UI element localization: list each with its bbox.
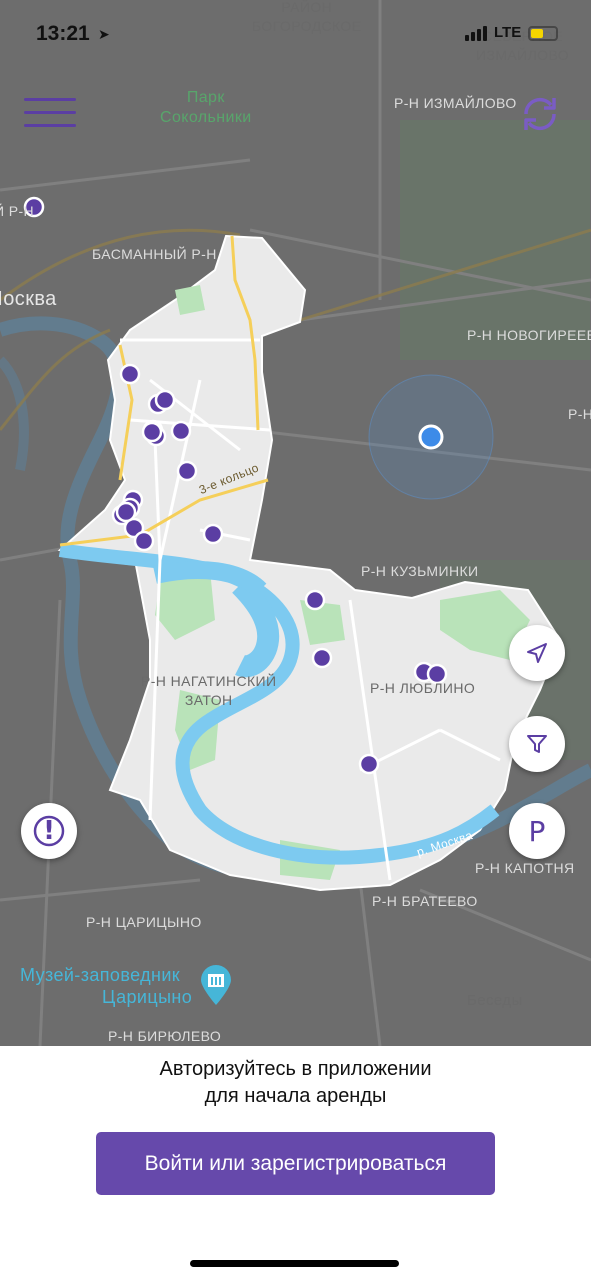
- cellular-signal-icon: [465, 26, 487, 41]
- locate-me-button[interactable]: [509, 625, 565, 681]
- vehicle-pin-icon[interactable]: [202, 523, 224, 545]
- vehicle-pin-icon[interactable]: [141, 421, 163, 443]
- auth-prompt-line2: для начала аренды: [204, 1085, 387, 1107]
- vehicle-pin-icon[interactable]: [311, 647, 333, 669]
- label-kuzminki: Р-Н КУЗЬМИНКИ: [361, 563, 479, 579]
- label-museum-line2: Царицыно: [102, 987, 193, 1007]
- museum-icon[interactable]: [199, 964, 233, 1006]
- vehicle-pin-icon[interactable]: [133, 530, 155, 552]
- label-basmanny: БАСМАННЫЙ Р-Н: [92, 246, 217, 262]
- vehicle-pin-icon[interactable]: [304, 589, 326, 611]
- auth-prompt: Авторизуйтесь в приложении для начала ар…: [0, 1056, 591, 1110]
- label-rn-partial-left: Й Р-Н: [0, 203, 35, 219]
- user-location-icon: [418, 424, 444, 450]
- navigation-arrow-icon: [527, 643, 547, 663]
- status-bar: 13:21 ➤ LTE: [0, 0, 591, 70]
- vehicle-pin-icon[interactable]: [115, 501, 137, 523]
- alert-mark: !: [43, 816, 55, 846]
- label-kapotnya: Р-Н КАПОТНЯ: [475, 860, 575, 876]
- label-biryulevo: Р-Н БИРЮЛЕВО: [108, 1028, 222, 1044]
- auth-prompt-line1: Авторизуйтесь в приложении: [159, 1058, 432, 1080]
- label-rn-partial-right: Р-Н: [568, 406, 591, 422]
- filter-button[interactable]: [509, 716, 565, 772]
- label-nagatinsky: Р-Н НАГАТИНСКИЙ ЗАТОН: [141, 672, 276, 710]
- location-services-icon: ➤: [98, 26, 110, 42]
- home-indicator[interactable]: [190, 1260, 399, 1267]
- parking-icon: P: [528, 814, 546, 848]
- status-time: 13:21: [36, 22, 90, 45]
- network-type: LTE: [494, 24, 522, 41]
- label-museum-line1: Музей-заповедник: [20, 965, 181, 985]
- parking-button[interactable]: P: [509, 803, 565, 859]
- label-tsaritsyno: Р-Н ЦАРИЦЫНО: [86, 914, 202, 930]
- vehicle-pin-icon[interactable]: [170, 420, 192, 442]
- vehicle-pin-icon[interactable]: [176, 460, 198, 482]
- label-rn-izmailovo: Р-Н ИЗМАЙЛОВО: [394, 95, 517, 111]
- label-sokolniki: Сокольники: [160, 109, 252, 126]
- label-nagatinsky-line1: Р-Н НАГАТИНСКИЙ: [141, 673, 277, 689]
- map-view[interactable]: РАЙОН БОГОРОДСКОЕ СЕВЕРНОЕ ИЗМАЙЛОВО Пар…: [0, 0, 591, 1046]
- vehicle-pin-icon[interactable]: [154, 389, 176, 411]
- login-register-button[interactable]: Войти или зарегистрироваться: [96, 1132, 495, 1195]
- report-issue-button[interactable]: !: [21, 803, 77, 859]
- label-moskva: Москва: [0, 288, 57, 310]
- label-besedy: Беседы: [467, 992, 523, 1009]
- auth-bottom-sheet: Авторизуйтесь в приложении для начала ар…: [0, 1046, 591, 1280]
- vehicle-pin-icon[interactable]: [358, 753, 380, 775]
- label-park-sokolniki: Парк Сокольники: [160, 88, 252, 128]
- label-lyublino: Р-Н ЛЮБЛИНО: [370, 680, 476, 696]
- battery-level: [531, 29, 543, 38]
- label-nagatinsky-line2: ЗАТОН: [184, 692, 233, 708]
- map-canvas: [0, 0, 591, 1046]
- battery-icon: [528, 26, 558, 41]
- label-novogireevo: Р-Н НОВОГИРЕЕВ: [467, 327, 591, 343]
- hamburger-menu-icon[interactable]: [24, 98, 76, 128]
- label-museum-tsaritsyno: Музей-заповедник Царицыно: [20, 964, 192, 1008]
- label-park: Парк: [186, 89, 225, 106]
- label-brateevo: Р-Н БРАТЕЕВО: [372, 893, 478, 909]
- filter-icon: [527, 735, 547, 753]
- refresh-icon[interactable]: [518, 92, 562, 136]
- vehicle-pin-icon[interactable]: [119, 363, 141, 385]
